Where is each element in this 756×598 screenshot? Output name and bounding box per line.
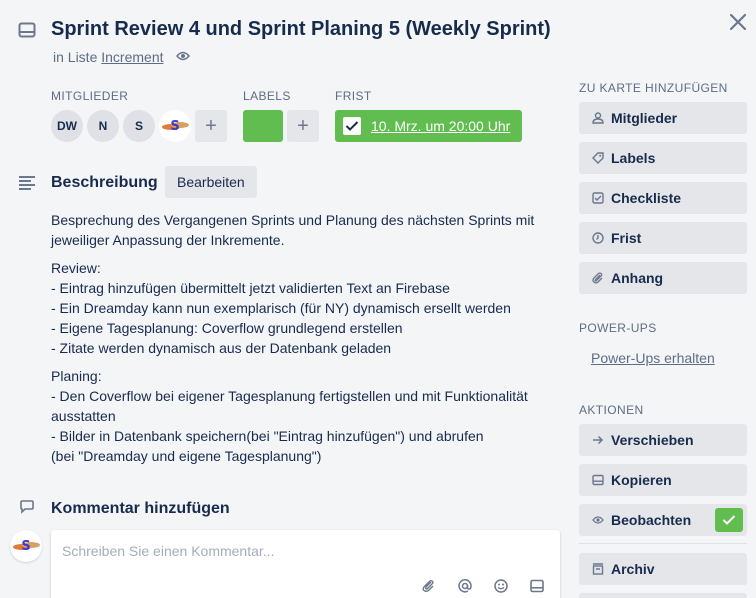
- comment-icon: [19, 500, 35, 514]
- avatar-member-2[interactable]: N: [87, 110, 119, 142]
- comment-placeholder: Schreiben Sie einen Kommentar...: [62, 543, 275, 559]
- eye-icon: [591, 513, 605, 527]
- edit-description-button[interactable]: Bearbeiten: [165, 166, 257, 198]
- move-button[interactable]: Verschieben: [579, 424, 747, 456]
- label-icon: [591, 151, 605, 165]
- archive-icon: [591, 562, 605, 576]
- avatar-member-3[interactable]: S: [123, 110, 155, 142]
- add-to-card-label: ZU KARTE HINZUFÜGEN: [579, 81, 728, 95]
- add-attachment-button[interactable]: Anhang: [579, 262, 747, 294]
- avatar-member-4[interactable]: S: [159, 110, 191, 142]
- archive-button[interactable]: Archiv: [579, 553, 747, 585]
- arrow-right-icon: [591, 433, 605, 447]
- description-line: - Den Coverflow bei eigener Tagesplanung…: [51, 388, 528, 404]
- watching-eye-icon: [176, 50, 190, 62]
- powerups-label: POWER-UPS: [579, 321, 657, 335]
- description-line: - Ein Dreamday kann nun exemplarisch (fü…: [51, 300, 511, 316]
- add-checklist-label: Checkliste: [611, 190, 682, 206]
- copy-label: Kopieren: [611, 472, 672, 488]
- label-chip-green[interactable]: [243, 110, 283, 142]
- clock-icon: [591, 231, 605, 245]
- svg-text:S: S: [170, 119, 179, 134]
- add-members-button[interactable]: Mitglieder: [579, 102, 747, 134]
- comment-input[interactable]: Schreiben Sie einen Kommentar...: [51, 530, 560, 598]
- watch-label: Beobachten: [611, 512, 692, 528]
- person-icon: [591, 111, 605, 125]
- description-heading: Beschreibung: [51, 174, 158, 191]
- description-line: - Eigene Tagesplanung: Coverflow grundle…: [51, 320, 403, 336]
- description-paragraph: Besprechung des Vergangenen Sprints und …: [51, 210, 556, 250]
- next-action-button[interactable]: [579, 593, 747, 598]
- add-member-button[interactable]: +: [195, 110, 227, 142]
- add-due-date-label: Frist: [611, 230, 642, 246]
- move-label: Verschieben: [611, 432, 694, 448]
- add-attachment-label: Anhang: [611, 270, 664, 286]
- card-attach-icon[interactable]: [530, 579, 546, 595]
- description-icon: [18, 174, 36, 190]
- checklist-icon: [591, 191, 605, 205]
- description-text[interactable]: Besprechung des Vergangenen Sprints und …: [51, 210, 556, 474]
- add-checklist-button[interactable]: Checkliste: [579, 182, 747, 214]
- attachment-icon: [591, 271, 605, 285]
- avatar-member-1[interactable]: DW: [51, 110, 83, 142]
- svg-text:S: S: [21, 539, 30, 554]
- in-list-text: in Liste Increment: [53, 49, 164, 65]
- current-user-avatar: S: [10, 530, 42, 562]
- description-line: - Bilder in Datenbank speichern(bei "Ein…: [51, 428, 484, 444]
- due-complete-checkbox[interactable]: [343, 117, 361, 135]
- description-line: (bei "Dreamday und eigene Tagesplanung"): [51, 448, 322, 464]
- add-labels-label: Labels: [611, 150, 656, 166]
- description-line: - Zitate werden dynamisch aus der Datenb…: [51, 340, 392, 356]
- description-line: jeweiliger Anpassung der Inkremente.: [51, 232, 285, 248]
- actions-label: AKTIONEN: [579, 403, 644, 417]
- add-label-button[interactable]: +: [287, 110, 319, 142]
- description-line: - Eintrag hinzufügen übermittelt jetzt v…: [51, 280, 450, 296]
- mention-icon[interactable]: [458, 579, 474, 595]
- description-line: ausstatten: [51, 408, 116, 424]
- attachment-icon[interactable]: [422, 579, 438, 595]
- get-powerups-link[interactable]: Power-Ups erhalten: [591, 350, 715, 366]
- description-paragraph: Planing: - Den Coverflow bei eigener Tag…: [51, 366, 556, 466]
- close-icon[interactable]: [727, 11, 749, 33]
- card-title[interactable]: Sprint Review 4 und Sprint Planing 5 (We…: [51, 18, 551, 41]
- archive-label: Archiv: [611, 561, 655, 577]
- description-line: Planing:: [51, 368, 102, 384]
- members-label: MITGLIEDER: [51, 89, 129, 103]
- watching-check-icon: [715, 508, 743, 532]
- description-line: Besprechung des Vergangenen Sprints und …: [51, 212, 535, 228]
- copy-icon: [591, 473, 605, 487]
- copy-button[interactable]: Kopieren: [579, 464, 747, 496]
- add-due-date-button[interactable]: Frist: [579, 222, 747, 254]
- description-paragraph: Review: - Eintrag hinzufügen übermittelt…: [51, 258, 556, 358]
- labels-label: LABELS: [243, 89, 291, 103]
- list-link[interactable]: Increment: [101, 49, 163, 65]
- add-labels-button[interactable]: Labels: [579, 142, 747, 174]
- emoji-icon[interactable]: [494, 579, 510, 595]
- actions-divider: [579, 543, 747, 544]
- card-icon: [18, 22, 36, 38]
- add-members-label: Mitglieder: [611, 110, 678, 126]
- watch-button[interactable]: Beobachten: [579, 504, 747, 536]
- comment-heading: Kommentar hinzufügen: [51, 500, 230, 517]
- description-line: Review:: [51, 260, 101, 276]
- in-list-prefix: in Liste: [53, 49, 98, 65]
- due-date-text[interactable]: 10. Mrz. um 20:00 Uhr: [371, 118, 510, 134]
- due-label: FRIST: [335, 89, 372, 103]
- due-date-badge[interactable]: 10. Mrz. um 20:00 Uhr: [335, 110, 522, 142]
